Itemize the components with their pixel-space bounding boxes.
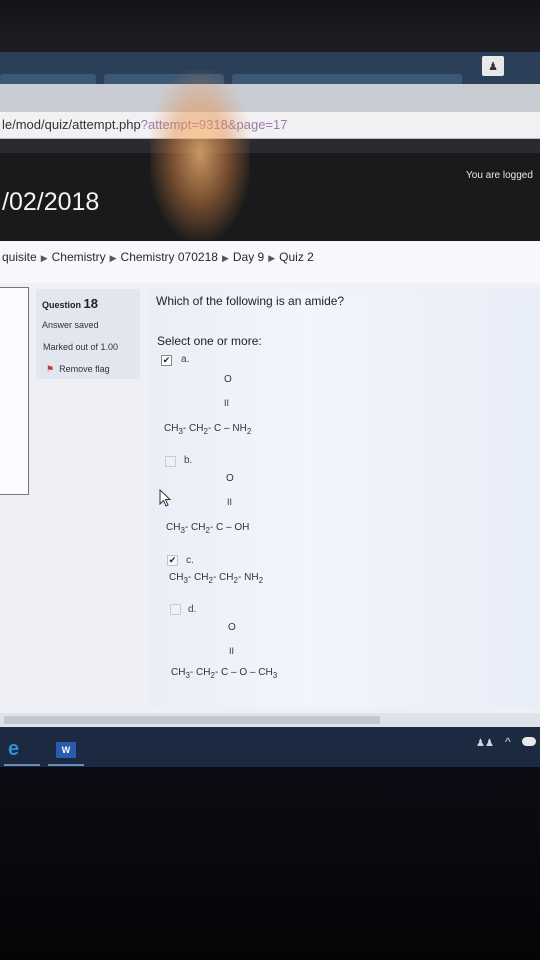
login-info: You are logged	[466, 170, 533, 181]
answer-prompt: Select one or more:	[157, 334, 262, 348]
breadcrumb-arrow-icon: ▶	[268, 253, 276, 263]
option-b-letter: b.	[184, 455, 193, 466]
address-url[interactable]: le/mod/quiz/attempt.php?attempt=9318&pag…	[2, 117, 288, 132]
flag-icon: ⚑	[46, 364, 55, 374]
breadcrumb-arrow-icon: ▶	[109, 253, 117, 263]
breadcrumb: quisite ▶ Chemistry ▶ Chemistry 070218 ▶ Day 9…	[2, 250, 314, 264]
remove-flag-label: Remove flag	[59, 364, 110, 374]
taskbar	[0, 727, 540, 767]
url-query: ?attempt=9318&page=17	[140, 117, 288, 132]
url-path: le/mod/quiz/attempt.php	[2, 117, 141, 132]
option-d-letter: d.	[188, 604, 197, 615]
chevron-up-icon[interactable]: ^	[505, 735, 511, 749]
breadcrumb-arrow-icon: ▶	[40, 253, 48, 263]
remove-flag-link[interactable]: ⚑ Remove flag	[46, 364, 110, 375]
scrollbar-thumb[interactable]	[4, 716, 380, 724]
option-b-checkbox[interactable]	[165, 456, 176, 467]
option-d-formula: CH3- CH2- C – O – CH3	[171, 667, 278, 680]
option-b-oxygen: O	[226, 473, 234, 484]
monitor-bezel	[0, 0, 540, 52]
option-d-checkbox[interactable]	[170, 604, 181, 615]
word-icon[interactable]: W	[56, 742, 76, 758]
person-icon[interactable]: ♟	[482, 56, 504, 76]
breadcrumb-item[interactable]: Chemistry	[52, 250, 106, 264]
option-a-formula: CH3- CH2- C – NH2	[164, 423, 252, 436]
option-a-checkbox[interactable]: ✔	[161, 355, 172, 366]
taskbar-active-indicator	[4, 764, 40, 766]
mouse-cursor-icon	[159, 489, 172, 507]
breadcrumb-arrow-icon: ▶	[221, 253, 229, 263]
quiz-navigation-block	[0, 287, 29, 495]
browser-tab[interactable]	[104, 74, 224, 84]
question-text: Which of the following is an amide?	[156, 294, 345, 308]
page-title: /02/2018	[2, 188, 100, 216]
taskbar-active-indicator	[48, 764, 84, 766]
browser-toolbar	[0, 84, 540, 112]
question-number: Question 18	[42, 296, 98, 311]
cloud-icon[interactable]	[522, 737, 536, 746]
breadcrumb-item[interactable]: Day 9	[233, 250, 264, 264]
breadcrumb-item[interactable]: quisite	[2, 250, 37, 264]
edge-browser-icon[interactable]: e	[8, 738, 19, 761]
breadcrumb-item[interactable]: Chemistry 070218	[121, 250, 218, 264]
browser-tab[interactable]	[0, 74, 96, 84]
browser-tab[interactable]	[232, 74, 462, 84]
option-c-checkbox[interactable]: ✔	[167, 555, 178, 566]
option-a-letter: a.	[181, 354, 190, 365]
breadcrumb-item[interactable]: Quiz 2	[279, 250, 314, 264]
option-c-letter: c.	[186, 555, 194, 566]
monitor-bezel-bottom	[0, 767, 540, 960]
question-formulation	[148, 289, 540, 707]
people-icon[interactable]: ♟♟	[476, 738, 494, 749]
question-label: Question	[42, 300, 82, 310]
divider	[0, 139, 540, 153]
option-a-oxygen: O	[224, 374, 232, 385]
option-d-double-bond: II	[229, 646, 235, 656]
option-d-oxygen: O	[228, 622, 236, 633]
option-b-formula: CH3- CH2- C – OH	[166, 522, 250, 535]
question-number-value: 18	[83, 296, 98, 311]
option-b-double-bond: II	[227, 497, 233, 507]
option-a-double-bond: II	[224, 398, 230, 408]
option-c-formula: CH3- CH2- CH2- NH2	[169, 572, 264, 585]
answer-status: Answer saved	[42, 320, 99, 330]
question-marks: Marked out of 1.00	[43, 342, 119, 352]
